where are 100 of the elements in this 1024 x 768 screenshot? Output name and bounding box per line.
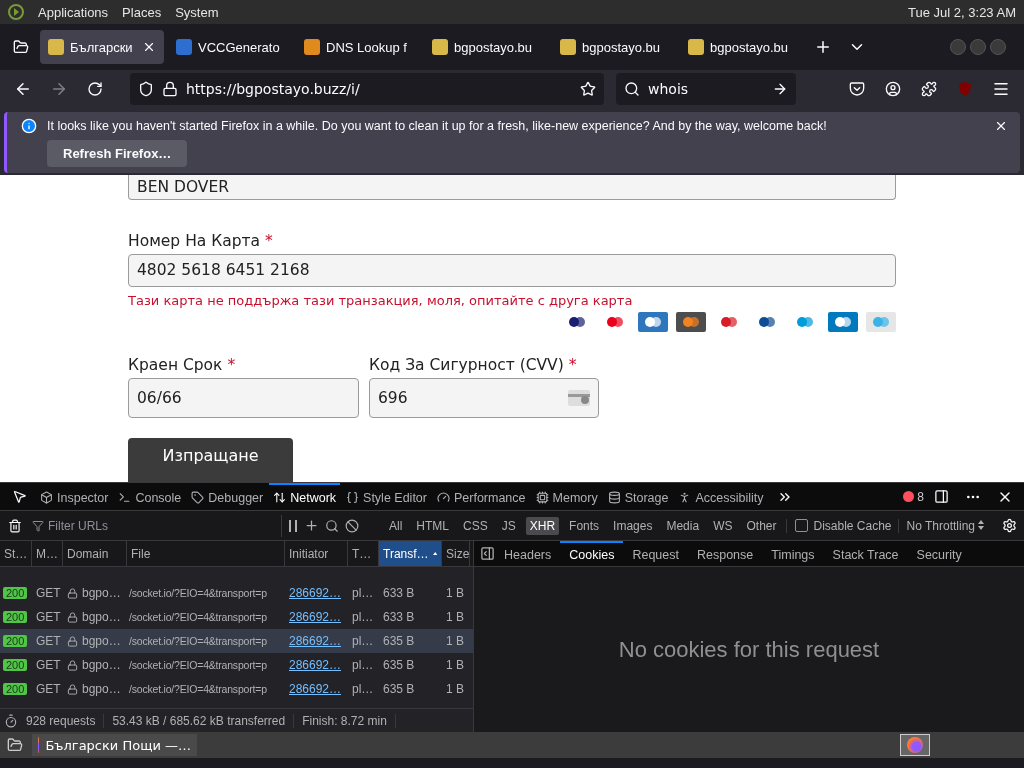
- favicon: [432, 39, 448, 55]
- type-cell-text: pl…: [351, 682, 375, 696]
- column-header[interactable]: Size: [442, 541, 470, 566]
- firefox-tray-icon[interactable]: [900, 734, 930, 756]
- panel-menu[interactable]: System: [175, 4, 219, 20]
- cvv-field[interactable]: 696: [369, 378, 599, 418]
- favicon: [304, 39, 320, 55]
- devtools-tab[interactable]: Debugger: [187, 483, 268, 510]
- file-cell-text: /socket.io/?EIO=4&transport=p: [128, 659, 268, 671]
- tool-icon: [436, 491, 450, 504]
- initiator-link[interactable]: 286692…: [285, 658, 348, 672]
- close-icon[interactable]: [994, 119, 1008, 133]
- type-filter-button[interactable]: Fonts: [565, 516, 604, 535]
- initiator-link[interactable]: 286692…: [285, 634, 348, 648]
- type-filter-button[interactable]: XHR: [525, 516, 560, 535]
- card-brand-icon: [676, 312, 706, 332]
- submit-button[interactable]: Изпращане: [128, 438, 293, 482]
- filter-field[interactable]: Filter URLs: [32, 514, 282, 537]
- devtools-tab[interactable]: Storage: [603, 483, 673, 510]
- search-field[interactable]: whois: [616, 73, 796, 105]
- type-filter-button[interactable]: Other: [742, 516, 781, 535]
- tool-icon: [273, 491, 287, 504]
- type-filter-button[interactable]: WS: [709, 516, 737, 535]
- card-brand-icon: [828, 312, 858, 332]
- bookmark-star-icon[interactable]: [580, 81, 596, 97]
- browser-tab[interactable]: DNS Lookup f: [296, 30, 420, 64]
- favicon: [176, 39, 192, 55]
- browser-tab[interactable]: Български: [40, 30, 164, 64]
- size-cell-text: 1 B: [445, 610, 465, 624]
- status-code: 200: [3, 587, 28, 599]
- domain-cell: bgpo…: [82, 658, 121, 672]
- detail-tab[interactable]: Stack Trace: [823, 540, 908, 567]
- detail-tab[interactable]: Timings: [762, 540, 824, 567]
- initiator-link[interactable]: 286692…: [285, 610, 348, 624]
- lock-icon: [67, 659, 78, 671]
- tool-icon: [118, 491, 132, 504]
- detail-tab[interactable]: Cookies: [560, 540, 624, 567]
- devtools-tab[interactable]: Memory: [531, 483, 602, 510]
- toggle-sidebar-icon[interactable]: [480, 546, 495, 561]
- browser-tab[interactable]: VCCGenerato: [168, 30, 292, 64]
- search-icon[interactable]: [325, 518, 339, 533]
- browser-tab[interactable]: bgpostayo.bu: [552, 30, 676, 64]
- address-bar[interactable]: https://bgpostayo.buzz/i/: [130, 73, 604, 105]
- devtools-tab[interactable]: Style Editor: [342, 483, 431, 510]
- expiry-field[interactable]: 06/66: [128, 378, 359, 418]
- transferred-cell-text: 635 B: [382, 682, 416, 696]
- initiator-link[interactable]: 286692…: [285, 682, 348, 696]
- filter-icon: [32, 519, 44, 532]
- method-cell-text: GET: [35, 634, 62, 648]
- disable-cache-checkbox[interactable]: Disable Cache: [786, 518, 892, 533]
- column-header[interactable]: Transf…: [379, 541, 442, 566]
- size-cell-text: 1 B: [445, 586, 465, 600]
- type-filter-button[interactable]: Media: [662, 516, 704, 535]
- column-header[interactable]: File: [127, 541, 285, 566]
- field-label: Краен Срок *: [128, 356, 237, 374]
- size-cell-text: 1 B: [445, 658, 465, 672]
- field-label: Код За Сигурност (CVV) *: [369, 356, 578, 374]
- type-cell-text: pl…: [351, 586, 375, 600]
- refresh-button[interactable]: Refresh Firefox…: [47, 140, 188, 167]
- type-filter-button[interactable]: HTML: [412, 516, 453, 535]
- column-header[interactable]: M…: [32, 541, 63, 566]
- pause-icon[interactable]: [288, 519, 298, 532]
- taskbar-window[interactable]: Български Пощи —…: [32, 734, 197, 756]
- detail-tab[interactable]: Headers: [495, 540, 561, 567]
- card-brand-icon: [638, 312, 668, 332]
- transferred-cell-text: 633 B: [382, 586, 416, 600]
- column-header[interactable]: Initiator: [285, 541, 348, 566]
- favicon: [688, 39, 704, 55]
- error-count-badge[interactable]: 8: [903, 489, 924, 504]
- app-menu-icon[interactable]: [8, 4, 24, 20]
- plus-icon[interactable]: [304, 518, 319, 533]
- column-header[interactable]: Domain: [63, 541, 127, 566]
- browser-tab[interactable]: bgpostayo.bu: [424, 30, 548, 64]
- shield-icon: [138, 81, 154, 97]
- devtools-tab[interactable]: Performance: [432, 483, 530, 510]
- throttling-dropdown[interactable]: No Throttling: [897, 518, 985, 533]
- type-filter-button[interactable]: Images: [609, 516, 657, 535]
- method-cell-text: GET: [35, 682, 62, 696]
- panel-menu[interactable]: Applications: [38, 4, 109, 20]
- detail-tab[interactable]: Response: [688, 540, 763, 567]
- column-header[interactable]: St…: [0, 541, 32, 566]
- devtools-tab[interactable]: Inspector: [36, 483, 113, 510]
- detail-tab[interactable]: Security: [907, 540, 971, 567]
- devtools-tab[interactable]: Console: [114, 483, 186, 510]
- name-field[interactable]: BEN DOVER: [128, 175, 896, 200]
- timer-icon[interactable]: [4, 713, 18, 728]
- request-row[interactable]: 200 GET bgpo… /socket.io/?EIO=4&transport=p 286692… pl… 635 B 1 B: [0, 629, 473, 653]
- detail-tab[interactable]: Request: [623, 540, 688, 567]
- type-filter-button[interactable]: CSS: [459, 516, 492, 535]
- domain-cell: bgpo…: [82, 634, 121, 648]
- close-icon[interactable]: [142, 40, 156, 54]
- card-number-field[interactable]: 4802 5618 6451 2168: [128, 253, 896, 287]
- card-back-icon: [568, 390, 590, 406]
- panel-menu[interactable]: Places: [122, 4, 162, 20]
- block-icon[interactable]: [345, 518, 359, 533]
- browser-tab[interactable]: bgpostayo.bu: [680, 30, 804, 64]
- type-filter-button[interactable]: JS: [497, 516, 520, 535]
- type-filter-button[interactable]: All: [385, 516, 407, 535]
- initiator-link[interactable]: 286692…: [285, 586, 348, 600]
- devtools-tab[interactable]: Accessibility: [674, 483, 768, 510]
